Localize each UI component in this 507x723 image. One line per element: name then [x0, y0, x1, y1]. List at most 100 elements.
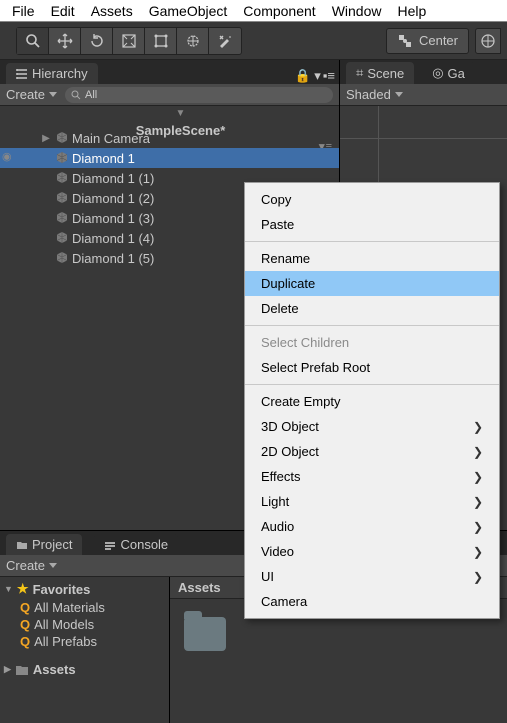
- tab-game[interactable]: ◎ Ga: [422, 62, 475, 84]
- context-menu-label: Paste: [261, 217, 294, 232]
- panel-options-icon[interactable]: ▪≡: [323, 68, 335, 84]
- fav-label: All Materials: [34, 600, 105, 615]
- menu-assets[interactable]: Assets: [83, 1, 141, 21]
- favorites-label: Favorites: [33, 582, 91, 597]
- hierarchy-icon: [16, 68, 28, 80]
- prefab-icon: [54, 190, 70, 206]
- context-menu-item[interactable]: Select Prefab Root: [245, 355, 499, 380]
- rect-tool[interactable]: [145, 28, 177, 54]
- create-button[interactable]: Create: [6, 558, 57, 573]
- create-label: Create: [6, 87, 45, 102]
- magnify-icon: [25, 33, 41, 49]
- menubar: File Edit Assets GameObject Component Wi…: [0, 0, 507, 22]
- assets-header[interactable]: ▶ Assets: [0, 660, 169, 679]
- tab-label: Console: [120, 537, 168, 552]
- game-icon: ◎: [432, 65, 443, 81]
- node-label: Diamond 1 (2): [72, 191, 154, 206]
- context-menu-item[interactable]: Audio❯: [245, 514, 499, 539]
- scene-node[interactable]: ▼ SampleScene* ▾≡: [0, 108, 339, 128]
- context-menu-separator: [245, 325, 499, 326]
- context-menu-label: Copy: [261, 192, 291, 207]
- context-menu-separator: [245, 384, 499, 385]
- context-menu-item[interactable]: Create Empty: [245, 389, 499, 414]
- tab-scene[interactable]: ⌗ Scene: [346, 62, 414, 84]
- hierarchy-toolbar: Create: [0, 84, 339, 106]
- node-label: Diamond 1 (3): [72, 211, 154, 226]
- pivot-center-button[interactable]: Center: [386, 28, 469, 54]
- menu-file[interactable]: File: [4, 1, 43, 21]
- context-menu-label: 2D Object: [261, 444, 319, 459]
- expand-arrow-icon[interactable]: ▼: [175, 108, 187, 119]
- context-menu-item[interactable]: Paste: [245, 212, 499, 237]
- chevron-down-icon: [49, 563, 57, 568]
- rotation-button[interactable]: [475, 28, 501, 54]
- assets-label: Assets: [33, 662, 76, 677]
- hand-tool[interactable]: [17, 28, 49, 54]
- expand-arrow-icon[interactable]: ▼: [4, 584, 13, 594]
- scene-toolbar: Shaded: [340, 84, 507, 106]
- context-menu-item[interactable]: Copy: [245, 187, 499, 212]
- context-menu-item[interactable]: UI❯: [245, 564, 499, 589]
- context-menu-separator: [245, 241, 499, 242]
- context-menu-label: Rename: [261, 251, 310, 266]
- hierarchy-search[interactable]: [65, 87, 333, 103]
- expand-arrow-icon[interactable]: ▶: [40, 133, 52, 144]
- context-menu-item[interactable]: Light ❯: [245, 489, 499, 514]
- menu-edit[interactable]: Edit: [43, 1, 83, 21]
- folder-icon: [15, 664, 29, 676]
- toolbar: Center: [0, 22, 507, 60]
- menu-help[interactable]: Help: [389, 1, 434, 21]
- move-icon: [57, 33, 73, 49]
- hierarchy-item[interactable]: Diamond 1: [0, 148, 339, 168]
- chevron-down-icon: [49, 92, 57, 97]
- tab-hierarchy[interactable]: Hierarchy: [6, 63, 98, 84]
- node-label: Main Camera: [72, 131, 150, 146]
- node-label: Diamond 1 (5): [72, 251, 154, 266]
- scene-icon: ⌗: [356, 65, 363, 81]
- context-menu-item[interactable]: Duplicate: [245, 271, 499, 296]
- project-sidebar: ▼ ★ Favorites Q All Materials Q All Mode…: [0, 577, 170, 723]
- menu-window[interactable]: Window: [324, 1, 390, 21]
- prefab-icon: [54, 150, 70, 166]
- context-menu-item[interactable]: Camera: [245, 589, 499, 614]
- context-menu-item[interactable]: 3D Object❯: [245, 414, 499, 439]
- panel-lock-icon[interactable]: 🔒 ▾: [294, 68, 320, 84]
- submenu-arrow-icon: ❯: [473, 470, 483, 484]
- create-button[interactable]: Create: [6, 87, 57, 102]
- search-icon: Q: [20, 600, 30, 615]
- folder-icon: [16, 539, 28, 551]
- menu-gameobject[interactable]: GameObject: [141, 1, 236, 21]
- folder-item[interactable]: [184, 617, 226, 651]
- move-tool[interactable]: [49, 28, 81, 54]
- tab-console[interactable]: Console: [94, 534, 178, 555]
- context-menu-item[interactable]: 2D Object❯: [245, 439, 499, 464]
- custom-tool[interactable]: [209, 28, 241, 54]
- fav-all-materials[interactable]: Q All Materials: [0, 599, 169, 616]
- context-menu-item: Select Children: [245, 330, 499, 355]
- expand-arrow-icon[interactable]: ▶: [4, 664, 11, 675]
- submenu-arrow-icon: ❯: [473, 495, 483, 509]
- combined-tool[interactable]: [177, 28, 209, 54]
- shading-mode-button[interactable]: Shaded: [346, 87, 403, 102]
- fav-all-models[interactable]: Q All Models: [0, 616, 169, 633]
- favorites-header[interactable]: ▼ ★ Favorites: [0, 579, 169, 599]
- rotate-tool[interactable]: [81, 28, 113, 54]
- search-input[interactable]: [85, 89, 115, 101]
- context-menu-label: Duplicate: [261, 276, 315, 291]
- hierarchy-item[interactable]: ▶ Main Camera: [0, 128, 339, 148]
- tab-label: Scene: [367, 66, 404, 81]
- context-menu-item[interactable]: Delete: [245, 296, 499, 321]
- tab-project[interactable]: Project: [6, 534, 82, 555]
- context-menu-item[interactable]: Effects❯: [245, 464, 499, 489]
- context-menu-item[interactable]: Rename: [245, 246, 499, 271]
- menu-component[interactable]: Component: [235, 1, 323, 21]
- visibility-icon[interactable]: ◉: [2, 150, 12, 163]
- scale-tool[interactable]: [113, 28, 145, 54]
- context-menu-label: Create Empty: [261, 394, 340, 409]
- tab-label: Project: [32, 537, 72, 552]
- context-menu-item[interactable]: Video❯: [245, 539, 499, 564]
- chevron-down-icon: [395, 92, 403, 97]
- fav-all-prefabs[interactable]: Q All Prefabs: [0, 633, 169, 650]
- center-label: Center: [419, 33, 458, 48]
- context-menu-label: Light: [261, 494, 289, 509]
